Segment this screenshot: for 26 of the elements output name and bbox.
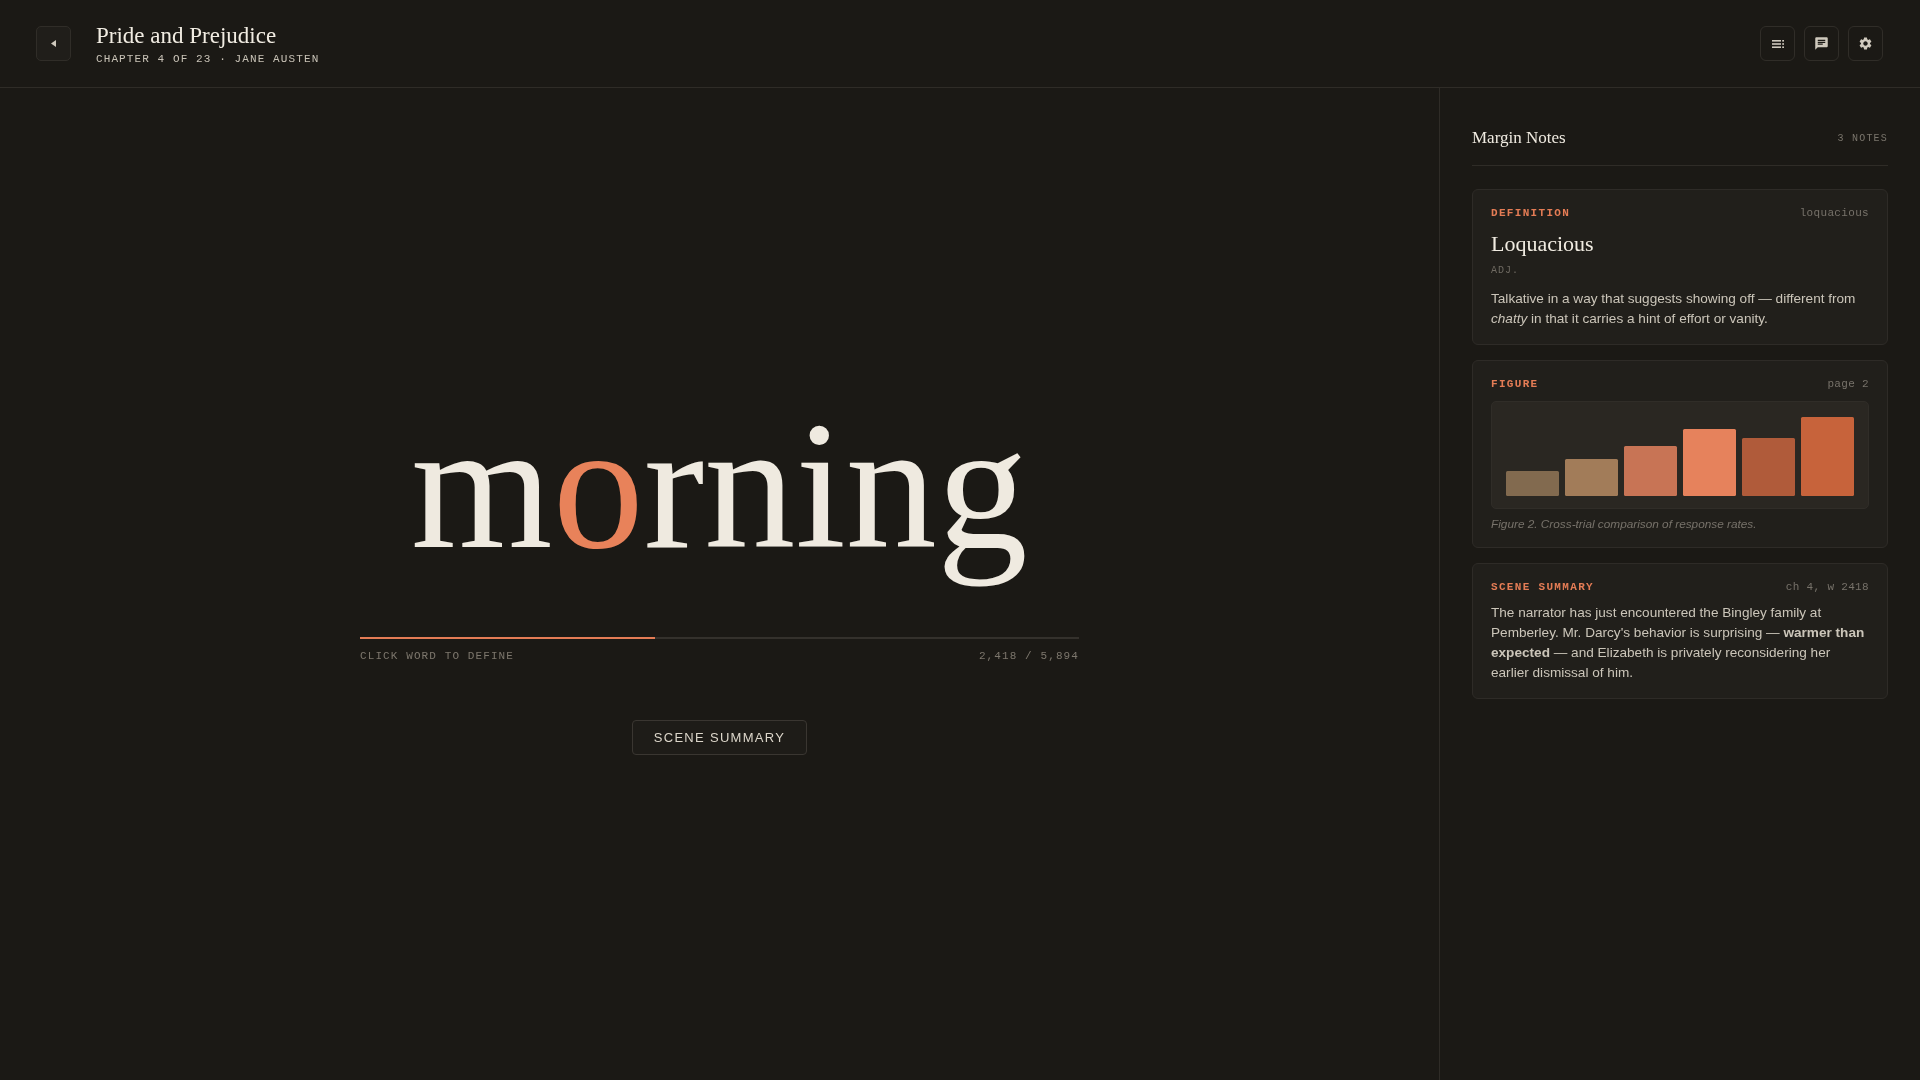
notes-button[interactable] [1804,26,1839,61]
book-title: Pride and Prejudice [96,21,278,50]
definition-term: Loquacious [1491,230,1595,258]
focus-word[interactable]: morning [411,371,1028,600]
part-of-speech: ADJ. [1491,264,1520,278]
chat-bubble-icon [1814,36,1829,51]
chapter-subtitle: CHAPTER 4 OF 23 · JANE AUSTEN [96,51,320,66]
define-hint: CLICK WORD TO DEFINE [360,649,515,664]
notes-title: Margin Notes [1472,127,1566,149]
scene-summary-button[interactable]: SCENE SUMMARY [631,720,808,756]
figure-caption: Figure 2. Cross-trial comparison of response rates. [1491,517,1758,532]
settings-button[interactable] [1848,26,1883,61]
note-reference: loquacious [1799,207,1869,219]
definition-text: Talkative in a way that suggests showing off — different from chatty in that it carries a hint of effort or vanity. [1491,290,1857,328]
caret-left-icon [51,40,56,47]
note-reference: page 2 [1827,378,1869,390]
settings-icon [1858,36,1873,51]
note-reference: ch 4, w 2418 [1785,581,1869,593]
note-label: FIGURE [1491,378,1539,390]
word-position: 2,418 / 5,894 [978,649,1079,664]
notes-count: 3 NOTES [1837,132,1888,144]
note-label: SCENE SUMMARY [1491,581,1594,593]
note-label: DEFINITION [1491,207,1571,219]
summary-text: The narrator has just encountered the Bingley family at Pemberley. Mr. Darcy's behavior is surprising — warmer than expected — and Elizabeth is privately reconsidering her earlier dismissal of him. [1491,604,1866,682]
contents-button[interactable] [1760,26,1795,61]
lines-icon [1771,39,1784,48]
